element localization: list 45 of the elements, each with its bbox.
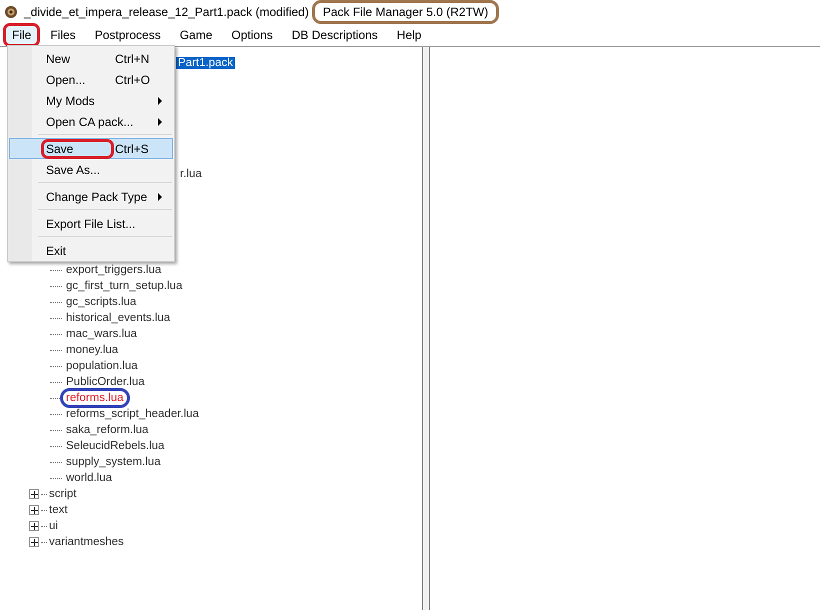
- menu-item[interactable]: Change Pack Type: [9, 186, 173, 207]
- menu-item[interactable]: Export File List...: [9, 213, 173, 234]
- tree-item[interactable]: PublicOrder.lua: [64, 376, 147, 388]
- menu-item[interactable]: Options: [225, 26, 279, 44]
- menu-item[interactable]: Open CA pack...: [9, 111, 173, 132]
- submenu-arrow-icon: [158, 118, 162, 126]
- tree-item[interactable]: script: [49, 488, 76, 500]
- menu-item[interactable]: Game: [174, 26, 218, 44]
- submenu-arrow-icon: [158, 192, 162, 200]
- menu-item[interactable]: New Ctrl+N: [9, 48, 173, 69]
- tree-item[interactable]: world.lua: [64, 472, 114, 484]
- tree-item[interactable]: saka_reform.lua: [64, 424, 150, 436]
- tree-item[interactable]: SeleucidRebels.lua: [64, 440, 166, 452]
- menu-item[interactable]: Save Ctrl+S: [9, 138, 173, 159]
- menu-item[interactable]: DB Descriptions: [286, 26, 384, 44]
- menu-item[interactable]: Save As...: [9, 159, 173, 180]
- expand-icon[interactable]: [29, 489, 39, 499]
- tree-item[interactable]: money.lua: [64, 344, 120, 356]
- tree-item[interactable]: gc_scripts.lua: [64, 296, 138, 308]
- menu-item[interactable]: My Mods: [9, 90, 173, 111]
- tree-item[interactable]: reforms_script_header.lua: [64, 408, 201, 420]
- app-icon: [4, 5, 18, 19]
- tree-item[interactable]: variantmeshes: [49, 536, 124, 548]
- app-name: Pack File Manager 5.0 (R2TW): [314, 3, 496, 21]
- menu-item[interactable]: Open... Ctrl+O: [9, 69, 173, 90]
- submenu-arrow-icon: [158, 96, 162, 104]
- tree-item[interactable]: text: [49, 504, 68, 516]
- expand-icon[interactable]: [29, 505, 39, 515]
- tree-item[interactable]: mac_wars.lua: [64, 328, 139, 340]
- menu-item[interactable]: Postprocess: [88, 26, 167, 44]
- expand-icon[interactable]: [29, 537, 39, 547]
- menu-item[interactable]: Exit: [9, 240, 173, 261]
- menu-item[interactable]: File: [6, 26, 38, 44]
- tree-item[interactable]: supply_system.lua: [64, 456, 163, 468]
- window-title: _divide_et_impera_release_12_Part1.pack (modified): [24, 5, 309, 19]
- tree-item[interactable]: gc_first_turn_setup.lua: [64, 280, 184, 292]
- tree-item[interactable]: population.lua: [64, 360, 140, 372]
- tree-item[interactable]: ui: [49, 520, 58, 532]
- tree-item[interactable]: export_triggers.lua: [64, 264, 164, 276]
- tree-item[interactable]: Part1.pack: [176, 57, 235, 69]
- menu-item[interactable]: Help: [390, 26, 428, 44]
- expand-icon[interactable]: [29, 521, 39, 531]
- menu-item[interactable]: Files: [44, 26, 82, 44]
- tree-item[interactable]: r.lua: [180, 168, 202, 180]
- tree-item[interactable]: historical_events.lua: [64, 312, 172, 324]
